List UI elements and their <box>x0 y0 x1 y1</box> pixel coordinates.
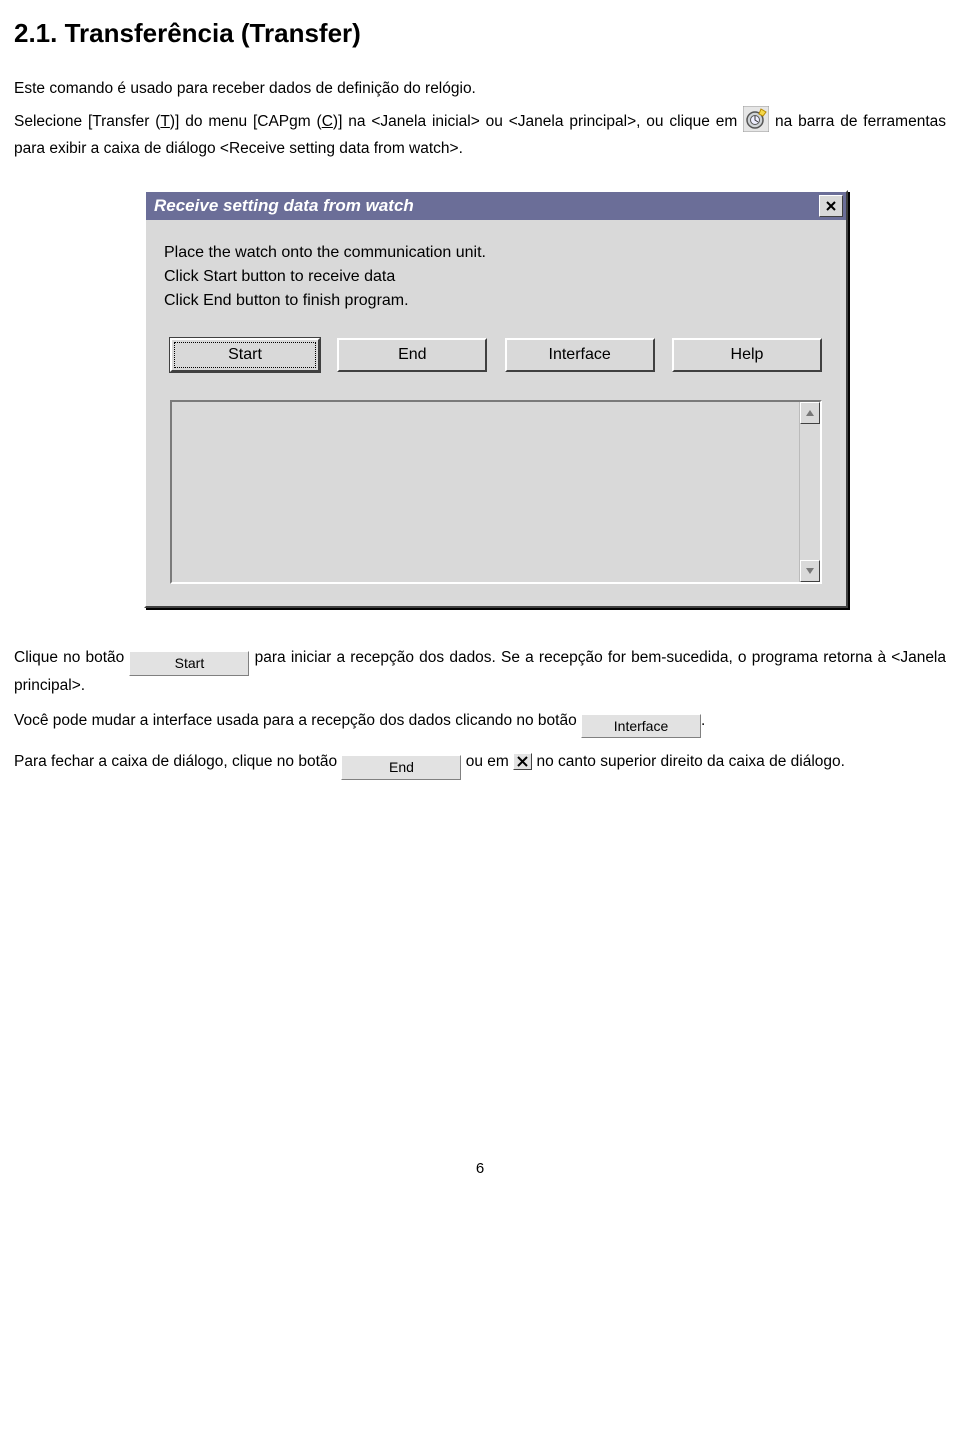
dialog-title: Receive setting data from watch <box>154 196 414 216</box>
scroll-up-button[interactable] <box>800 402 820 424</box>
text: Você pode mudar a interface usada para a… <box>14 712 581 729</box>
chevron-up-icon <box>806 410 814 416</box>
transfer-toolbar-icon <box>743 106 769 139</box>
inline-close-button <box>513 753 532 770</box>
paragraph-intro: Este comando é usado para receber dados … <box>14 79 946 100</box>
dialog-body: Place the watch onto the communication u… <box>146 220 846 606</box>
paragraph-close: Para fechar a caixa de diálogo, clique n… <box>14 752 946 780</box>
help-button[interactable]: Help <box>672 338 822 372</box>
start-button[interactable]: Start <box>170 338 320 372</box>
dialog-message-1: Place the watch onto the communication u… <box>164 244 828 262</box>
dialog-log-area[interactable] <box>170 400 822 584</box>
page-number: 6 <box>14 1160 946 1195</box>
interface-button[interactable]: Interface <box>505 338 655 372</box>
text: Clique no botão <box>14 649 129 666</box>
dialog-titlebar: Receive setting data from watch <box>146 192 846 220</box>
text: . <box>701 712 705 729</box>
paragraph-interface: Você pode mudar a interface usada para a… <box>14 711 946 739</box>
text: )] na <Janela inicial> ou <Janela princi… <box>333 113 743 130</box>
close-icon <box>825 200 837 212</box>
dialog-message-3: Click End button to finish program. <box>164 292 828 310</box>
text: )] do menu [CAPgm ( <box>170 113 322 130</box>
scrollbar[interactable] <box>799 402 820 582</box>
scroll-down-button[interactable] <box>800 560 820 582</box>
dialog-button-row: Start End Interface Help <box>170 338 822 372</box>
dialog-close-button[interactable] <box>819 195 843 217</box>
inline-end-button: End <box>341 755 461 780</box>
text: Para fechar a caixa de diálogo, clique n… <box>14 753 341 770</box>
close-icon <box>516 755 529 768</box>
paragraph-instruction: Selecione [Transfer (T)] do menu [CAPgm … <box>14 106 946 160</box>
section-heading: 2.1. Transferência (Transfer) <box>14 18 946 49</box>
dialog-message-2: Click Start button to receive data <box>164 268 828 286</box>
dialog-screenshot: Receive setting data from watch Place th… <box>144 190 946 608</box>
text: no canto superior direito da caixa de di… <box>532 753 845 770</box>
text: Selecione [Transfer ( <box>14 113 160 130</box>
inline-start-button: Start <box>129 651 249 676</box>
hotkey-c: C <box>322 113 333 130</box>
chevron-down-icon <box>806 568 814 574</box>
hotkey-t: T <box>160 113 169 130</box>
receive-dialog: Receive setting data from watch Place th… <box>144 190 848 608</box>
paragraph-start: Clique no botão Start para iniciar a rec… <box>14 648 946 697</box>
inline-interface-button: Interface <box>581 714 701 739</box>
end-button[interactable]: End <box>337 338 487 372</box>
text: ou em <box>461 753 513 770</box>
